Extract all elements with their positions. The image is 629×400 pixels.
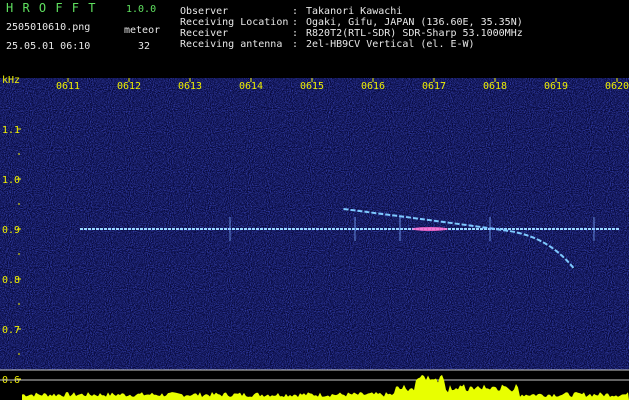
waterfall-plot: 0611 0612 0613 0614 0615 0616 0617 0618 0619 0620…	[0, 78, 629, 400]
meteor-head-echo	[412, 227, 448, 231]
x-tick-label: 0618	[483, 81, 507, 92]
info-label-location: Receiving Location	[180, 17, 289, 28]
x-tick-label: 0612	[117, 81, 141, 92]
meteor-count: 32	[138, 41, 151, 52]
x-tick-label: 0620	[605, 81, 629, 92]
info-label-antenna: Receiving antenna	[180, 39, 283, 50]
x-tick-label: 0613	[178, 81, 202, 92]
y-axis-label: kHz	[2, 75, 21, 86]
y-tick-label: 0.9	[2, 225, 20, 236]
info-value-observer: Takanori Kawachi	[306, 6, 403, 17]
file-name: 2505010610.png	[6, 22, 91, 33]
info-value-receiver: R820T2(RTL-SDR) SDR-Sharp 53.1000MHz	[306, 28, 523, 39]
info-label-receiver: Receiver	[180, 28, 229, 39]
date-time: 25.05.01 06:10	[6, 41, 91, 52]
x-tick-label: 0617	[422, 81, 446, 92]
info-value-location: Ogaki, Gifu, JAPAN (136.60E, 35.35N)	[306, 17, 523, 28]
x-tick-label: 0611	[56, 81, 80, 92]
colon-1: :	[292, 6, 299, 17]
app-name: H R O F F T	[6, 1, 97, 15]
app-version: 1.0.0	[126, 4, 157, 15]
spectrum-strip	[22, 374, 629, 400]
x-tick-label: 0615	[300, 81, 324, 92]
info-label-observer: Observer	[180, 6, 229, 17]
y-tick-label: 0.7	[2, 325, 20, 336]
y-tick-label: 0.8	[2, 275, 20, 286]
info-value-antenna: 2el-HB9CV Vertical (el. E-W)	[306, 39, 475, 50]
y-tick-label: 1.0	[2, 175, 20, 186]
meteor-label: meteor	[124, 25, 161, 36]
colon-4: :	[292, 39, 299, 50]
y-tick-label: 1.1	[2, 125, 20, 136]
x-tick-label: 0614	[239, 81, 263, 92]
x-tick-label: 0616	[361, 81, 385, 92]
colon-3: :	[292, 28, 299, 39]
waterfall-noise	[0, 78, 629, 370]
x-tick-label: 0619	[544, 81, 568, 92]
colon-2: :	[292, 17, 299, 28]
